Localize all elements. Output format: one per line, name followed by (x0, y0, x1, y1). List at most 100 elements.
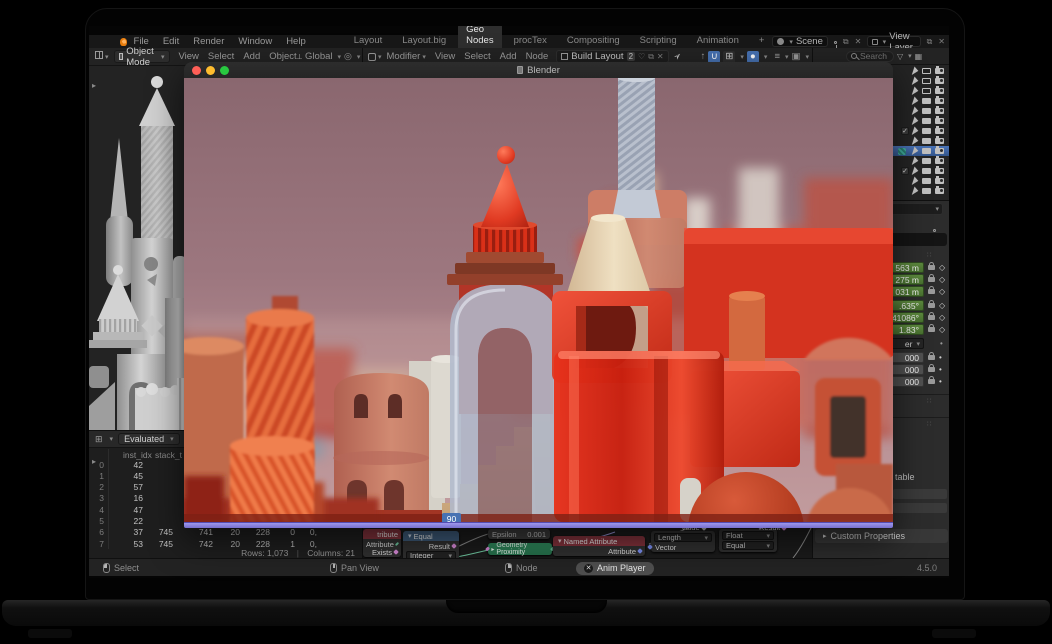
collapse-icon[interactable]: ▸ (491, 546, 494, 553)
disable-render-icon[interactable] (935, 168, 944, 174)
lock-icon[interactable] (928, 289, 935, 294)
lock-icon[interactable] (928, 355, 935, 360)
property-field[interactable] (893, 503, 947, 513)
playback-timeline[interactable] (184, 522, 893, 528)
lock-icon[interactable] (928, 303, 935, 308)
disable-render-icon[interactable] (935, 158, 944, 164)
mode-selector[interactable]: Object Mode ▾ (114, 50, 170, 63)
copy-icon[interactable]: ⧉ (843, 37, 849, 47)
editor-type-icon[interactable] (368, 53, 376, 61)
topbar-menu-edit[interactable]: Edit (163, 36, 179, 47)
workspace-tab-animation[interactable]: Animation (689, 34, 747, 48)
disable-render-icon[interactable] (935, 148, 944, 154)
viewport-menu-object[interactable]: Object (269, 51, 296, 62)
close-icon[interactable]: ✕ (855, 37, 862, 46)
editor-split-icon[interactable]: ▣ (792, 51, 801, 62)
animate-dot[interactable]: • (940, 339, 943, 348)
blender-logo-icon[interactable] (120, 38, 127, 46)
lock-icon[interactable] (928, 327, 935, 332)
viewport-menu-add[interactable]: Add (243, 51, 260, 62)
filter-icon[interactable]: ▽ (897, 52, 903, 61)
node-menu-node[interactable]: Node (526, 51, 549, 62)
selectable-icon[interactable] (912, 176, 920, 186)
viewport-menu-view[interactable]: View (179, 51, 199, 62)
node-menu-select[interactable]: Select (464, 51, 490, 62)
collapse-icon[interactable]: ▾ (558, 537, 562, 545)
hide-viewport-icon[interactable] (922, 138, 931, 144)
outliner-search[interactable]: Search (846, 51, 894, 62)
keyframe-icon[interactable]: ◇ (939, 287, 945, 296)
exclude-checkbox[interactable]: ✓ (901, 167, 909, 175)
modifier-dropdown[interactable]: Modifier (387, 51, 421, 62)
node-named-attribute[interactable]: ▾ Named Attribute Attribute (553, 536, 645, 556)
disable-render-icon[interactable] (935, 178, 944, 184)
lock-icon[interactable] (928, 367, 935, 372)
exists-socket[interactable] (393, 549, 399, 555)
selectable-icon[interactable] (912, 166, 920, 176)
attribute-socket[interactable] (395, 542, 399, 546)
collapse-icon[interactable]: ▾ (408, 532, 412, 540)
topbar-menu-help[interactable]: Help (286, 36, 306, 47)
exclude-checkbox[interactable]: ✓ (901, 127, 909, 135)
parent-up-icon[interactable]: ↑ (701, 51, 706, 62)
topbar-menu-window[interactable]: Window (238, 36, 272, 47)
node-vector-math[interactable]: Length▾ Vector (651, 531, 715, 552)
disable-render-icon[interactable] (935, 128, 944, 134)
node-compare-float[interactable]: Float▾ Equal▾ (719, 529, 777, 552)
property-field[interactable] (893, 489, 947, 499)
hide-viewport-icon[interactable] (922, 178, 931, 184)
close-icon[interactable]: ✕ (657, 52, 664, 61)
keyframe-icon[interactable]: ◇ (939, 325, 945, 334)
object-selector[interactable]: ▾ (891, 203, 943, 215)
keyframe-icon[interactable]: ◇ (939, 263, 945, 272)
hide-viewport-icon[interactable] (922, 118, 931, 124)
snap-target-icon[interactable]: ⊞ (723, 51, 735, 63)
anim-player-status[interactable]: ✕ Anim Player (576, 559, 654, 577)
workspace-tab-layout[interactable]: Layout (346, 34, 391, 48)
close-icon[interactable]: ✕ (938, 37, 945, 46)
selectable-icon[interactable] (912, 106, 920, 116)
equal-dropdown[interactable]: Equal▾ (722, 541, 774, 550)
shading-sphere-icon[interactable]: ● (747, 51, 759, 63)
float-dropdown[interactable]: Float▾ (722, 531, 774, 540)
hide-viewport-icon[interactable] (922, 158, 931, 164)
selectable-icon[interactable] (912, 156, 920, 166)
hide-viewport-icon[interactable] (922, 188, 931, 194)
hide-viewport-icon[interactable] (922, 148, 931, 154)
viewport-menu-select[interactable]: Select (208, 51, 234, 62)
disable-render-icon[interactable] (935, 98, 944, 104)
node-menu-view[interactable]: View (435, 51, 455, 62)
hide-viewport-icon[interactable] (922, 168, 931, 174)
node-compare-equal[interactable]: ▾ Equal Result Integer▾ (403, 531, 459, 558)
disable-render-icon[interactable] (935, 68, 944, 74)
dataset-icon[interactable]: ⊞ (95, 434, 103, 445)
sidebar-expand-icon[interactable]: ▸ (92, 457, 96, 466)
workspace-tab-proctex[interactable]: procTex (506, 34, 555, 48)
node-geometry-proximity[interactable]: ▸ Geometry Proximity (488, 543, 552, 555)
workspace-tab--[interactable]: + (751, 34, 773, 48)
workspace-tab-geo-nodes[interactable]: Geo Nodes (458, 26, 501, 48)
selectable-icon[interactable] (912, 126, 920, 136)
hide-viewport-icon[interactable] (922, 68, 931, 74)
hide-viewport-icon[interactable] (922, 128, 931, 134)
disable-render-icon[interactable] (935, 108, 944, 114)
keyframe-icon[interactable]: ◇ (939, 301, 945, 310)
selectable-icon[interactable] (912, 186, 920, 196)
hide-viewport-icon[interactable] (922, 98, 931, 104)
workspace-tab-compositing[interactable]: Compositing (559, 34, 628, 48)
workspace-tab-layout-big[interactable]: Layout.big (394, 34, 454, 48)
workspace-tab-scripting[interactable]: Scripting (632, 34, 685, 48)
keyframe-icon[interactable]: • (939, 365, 942, 374)
new-collection-icon[interactable]: ▦ (915, 52, 923, 61)
selectable-icon[interactable] (912, 66, 920, 76)
disable-render-icon[interactable] (935, 188, 944, 194)
disable-render-icon[interactable] (935, 118, 944, 124)
input-socket[interactable] (485, 546, 490, 551)
lock-icon[interactable] (928, 277, 935, 282)
pin-icon[interactable] (834, 37, 837, 46)
render-window[interactable]: Blender (184, 62, 893, 528)
dataset-selector[interactable]: Evaluated ▾ (118, 433, 180, 445)
disable-render-icon[interactable] (935, 88, 944, 94)
length-dropdown[interactable]: Length▾ (654, 533, 712, 542)
selectable-icon[interactable] (912, 146, 920, 156)
